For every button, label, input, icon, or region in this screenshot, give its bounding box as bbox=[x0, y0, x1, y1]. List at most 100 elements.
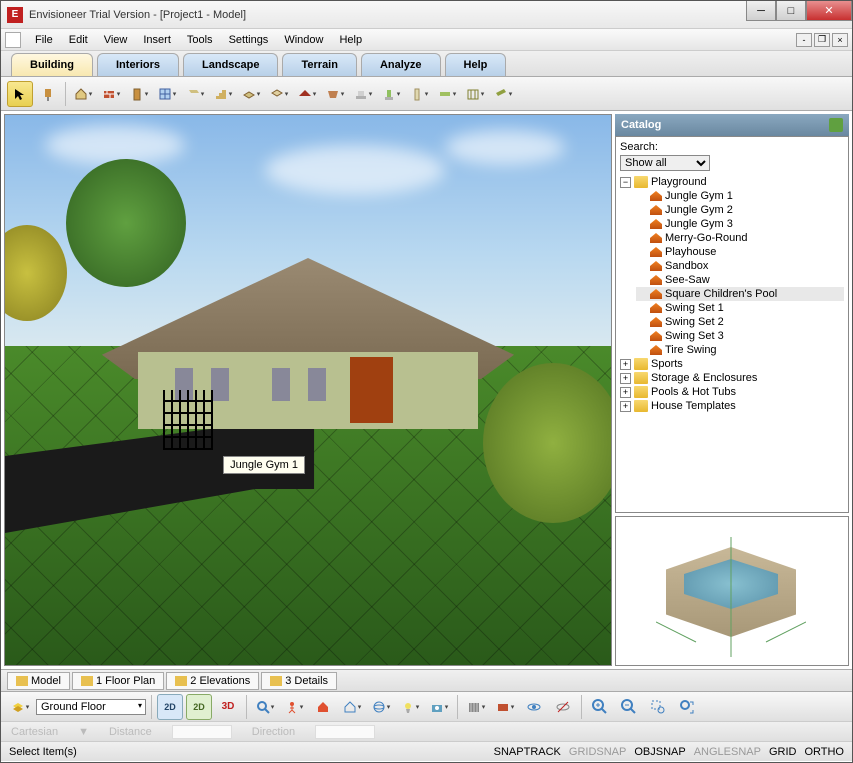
column-tool[interactable] bbox=[406, 81, 432, 107]
house-wizard-button[interactable] bbox=[70, 81, 96, 107]
zoom-extents-button[interactable] bbox=[674, 694, 700, 720]
viewport-3d[interactable]: Jungle Gym 1 bbox=[4, 114, 612, 666]
light-button[interactable] bbox=[397, 694, 423, 720]
walkthrough-button[interactable] bbox=[281, 694, 307, 720]
view-tab[interactable]: 1 Floor Plan bbox=[72, 672, 164, 690]
orbit-button[interactable] bbox=[368, 694, 394, 720]
status-toggle-grid[interactable]: GRID bbox=[769, 746, 797, 758]
show-eye-button[interactable] bbox=[521, 694, 547, 720]
zoom-out-button[interactable] bbox=[616, 694, 642, 720]
tree-folder[interactable]: +Pools & Hot Tubs bbox=[620, 385, 844, 399]
strip-footing-tool[interactable] bbox=[350, 81, 376, 107]
status-toggle-ortho[interactable]: ORTHO bbox=[804, 746, 844, 758]
catalog-item[interactable]: Sandbox bbox=[636, 259, 844, 273]
view-2d-button[interactable]: 2D bbox=[157, 694, 183, 720]
ribbon-tab-analyze[interactable]: Analyze bbox=[361, 53, 441, 76]
surface-tool[interactable] bbox=[322, 81, 348, 107]
menu-tools[interactable]: Tools bbox=[179, 32, 221, 48]
catalog-item[interactable]: Jungle Gym 3 bbox=[636, 217, 844, 231]
expand-icon[interactable]: + bbox=[620, 387, 631, 398]
close-button[interactable]: ✕ bbox=[806, 1, 852, 21]
member-tool[interactable] bbox=[434, 81, 460, 107]
floor-select[interactable]: Ground Floor bbox=[36, 699, 146, 715]
status-toggle-gridsnap[interactable]: GRIDSNAP bbox=[569, 746, 626, 758]
catalog-item[interactable]: Square Children's Pool bbox=[636, 287, 844, 301]
zoom-realtime-button[interactable] bbox=[252, 694, 278, 720]
paint-tool[interactable] bbox=[35, 81, 61, 107]
zoom-window-button[interactable] bbox=[645, 694, 671, 720]
expand-icon[interactable]: + bbox=[620, 401, 631, 412]
hide-eye-button[interactable] bbox=[550, 694, 576, 720]
framing-tool[interactable] bbox=[462, 81, 488, 107]
ribbon-tab-terrain[interactable]: Terrain bbox=[282, 53, 356, 76]
tree-folder-playground[interactable]: − Playground bbox=[620, 175, 844, 189]
tree-folder[interactable]: +Sports bbox=[620, 357, 844, 371]
status-toggle-anglesnap[interactable]: ANGLESNAP bbox=[694, 746, 761, 758]
view-tab[interactable]: Model bbox=[7, 672, 70, 690]
zoom-in-button[interactable] bbox=[587, 694, 613, 720]
view-tab[interactable]: 2 Elevations bbox=[166, 672, 259, 690]
tree-folder[interactable]: +Storage & Enclosures bbox=[620, 371, 844, 385]
coord-system-label[interactable]: Cartesian bbox=[11, 726, 58, 738]
menu-window[interactable]: Window bbox=[276, 32, 331, 48]
menu-view[interactable]: View bbox=[96, 32, 136, 48]
catalog-item[interactable]: Tire Swing bbox=[636, 343, 844, 357]
status-toggle-snaptrack[interactable]: SNAPTRACK bbox=[494, 746, 561, 758]
wall-tool[interactable] bbox=[98, 81, 124, 107]
status-message: Select Item(s) bbox=[9, 746, 486, 758]
render-mode-button[interactable] bbox=[463, 694, 489, 720]
view-2d-toggle-button[interactable]: 2D bbox=[186, 694, 212, 720]
ribbon-tab-interiors[interactable]: Interiors bbox=[97, 53, 179, 76]
preset-view-button[interactable] bbox=[339, 694, 365, 720]
texture-button[interactable] bbox=[492, 694, 518, 720]
item-icon bbox=[650, 331, 662, 341]
menu-edit[interactable]: Edit bbox=[61, 32, 96, 48]
floor-tool[interactable] bbox=[238, 81, 264, 107]
catalog-item[interactable]: Jungle Gym 1 bbox=[636, 189, 844, 203]
window-tool[interactable] bbox=[154, 81, 180, 107]
menu-settings[interactable]: Settings bbox=[221, 32, 277, 48]
catalog-tree[interactable]: − Playground Jungle Gym 1Jungle Gym 2Jun… bbox=[620, 175, 844, 508]
tree-folder[interactable]: +House Templates bbox=[620, 399, 844, 413]
collapse-icon[interactable]: − bbox=[620, 177, 631, 188]
stairs-tool[interactable] bbox=[210, 81, 236, 107]
catalog-item[interactable]: Swing Set 2 bbox=[636, 315, 844, 329]
distance-field[interactable] bbox=[172, 725, 232, 739]
door-tool[interactable] bbox=[126, 81, 152, 107]
select-tool[interactable] bbox=[7, 81, 33, 107]
expand-icon[interactable]: + bbox=[620, 373, 631, 384]
status-toggle-objsnap[interactable]: OBJSNAP bbox=[634, 746, 685, 758]
catalog-item[interactable]: Swing Set 3 bbox=[636, 329, 844, 343]
view-3d-button[interactable]: 3D bbox=[215, 694, 241, 720]
catalog-item[interactable]: Playhouse bbox=[636, 245, 844, 259]
catalog-title: Catalog bbox=[621, 119, 661, 131]
layer-button[interactable] bbox=[7, 694, 33, 720]
maximize-button[interactable]: □ bbox=[776, 1, 806, 21]
mdi-restore-button[interactable]: ❐ bbox=[814, 33, 830, 47]
timber-tool[interactable] bbox=[490, 81, 516, 107]
column-footing-tool[interactable] bbox=[378, 81, 404, 107]
opening-tool[interactable] bbox=[182, 81, 208, 107]
ribbon-tab-landscape[interactable]: Landscape bbox=[183, 53, 278, 76]
catalog-item[interactable]: Jungle Gym 2 bbox=[636, 203, 844, 217]
home-view-button[interactable] bbox=[310, 694, 336, 720]
roof-tool[interactable] bbox=[294, 81, 320, 107]
catalog-item[interactable]: Merry-Go-Round bbox=[636, 231, 844, 245]
catalog-item[interactable]: See-Saw bbox=[636, 273, 844, 287]
ribbon-tab-building[interactable]: Building bbox=[11, 53, 93, 76]
menu-file[interactable]: File bbox=[27, 32, 61, 48]
ceiling-tool[interactable] bbox=[266, 81, 292, 107]
mdi-close-button[interactable]: × bbox=[832, 33, 848, 47]
menu-help[interactable]: Help bbox=[331, 32, 370, 48]
ribbon-tab-help[interactable]: Help bbox=[445, 53, 507, 76]
direction-field[interactable] bbox=[315, 725, 375, 739]
catalog-item[interactable]: Swing Set 1 bbox=[636, 301, 844, 315]
minimize-button[interactable]: ─ bbox=[746, 1, 776, 21]
document-icon bbox=[5, 32, 21, 48]
expand-icon[interactable]: + bbox=[620, 359, 631, 370]
menu-insert[interactable]: Insert bbox=[135, 32, 179, 48]
catalog-filter-select[interactable]: Show all bbox=[620, 155, 710, 171]
mdi-minimize-button[interactable]: - bbox=[796, 33, 812, 47]
camera-button[interactable] bbox=[426, 694, 452, 720]
view-tab[interactable]: 3 Details bbox=[261, 672, 337, 690]
